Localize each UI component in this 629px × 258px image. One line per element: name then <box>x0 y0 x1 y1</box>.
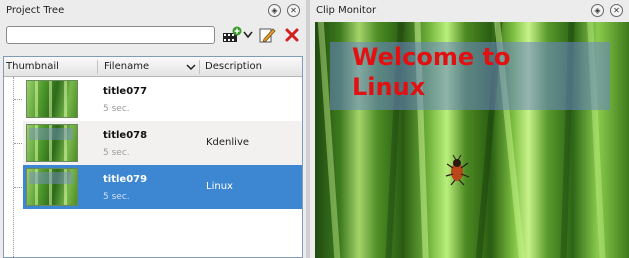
column-separator <box>199 60 200 74</box>
overlay-line-2: Linux <box>352 73 426 101</box>
clip-monitor-video[interactable]: Welcome to Linux <box>315 22 629 258</box>
clip-duration: 5 sec. <box>103 148 130 158</box>
clip-row-title077[interactable]: title077 5 sec. <box>23 77 302 121</box>
clip-row-title079[interactable]: title079 5 sec. Linux <box>23 165 302 209</box>
clip-row-title078[interactable]: title078 5 sec. Kdenlive <box>23 121 302 165</box>
tree-branch-line <box>14 99 22 100</box>
search-input[interactable] <box>6 26 215 44</box>
add-clip-icon <box>223 26 242 42</box>
clip-thumbnail <box>26 80 78 118</box>
tree-branch-line <box>13 77 14 257</box>
project-tree-title: Project Tree <box>6 5 65 16</box>
tree-header: Thumbnail Filename Description <box>4 57 302 77</box>
clip-description[interactable]: Kdenlive <box>206 137 249 148</box>
clip-monitor-title: Clip Monitor <box>316 5 377 16</box>
thumbnail-text-band <box>29 172 73 184</box>
column-header-thumbnail[interactable]: Thumbnail <box>6 57 59 77</box>
clip-duration: 5 sec. <box>103 192 130 202</box>
title-overlay-text: Welcome to Linux <box>352 42 510 102</box>
clip-thumbnail <box>26 168 78 206</box>
clip-monitor-titlebar: Clip Monitor ◈ ✕ <box>310 0 629 21</box>
clip-thumbnail <box>26 124 78 162</box>
dropdown-arrow-icon <box>243 31 253 39</box>
overlay-line-1: Welcome to <box>352 43 511 71</box>
clip-title: title077 <box>103 86 148 97</box>
column-header-description[interactable]: Description <box>205 57 262 77</box>
delete-clip-button[interactable] <box>282 25 302 45</box>
insect-image <box>445 154 470 186</box>
column-separator <box>97 60 98 74</box>
add-clip-button[interactable] <box>222 25 242 45</box>
thumbnail-text-band <box>29 128 73 140</box>
clip-title: title079 <box>103 174 148 185</box>
close-dock-icon[interactable]: ✕ <box>287 4 300 17</box>
clip-description[interactable]: Linux <box>206 181 233 192</box>
edit-clip-icon <box>259 28 276 43</box>
edit-clip-button[interactable] <box>257 25 277 45</box>
project-tree-titlebar: Project Tree ◈ ✕ <box>0 0 306 21</box>
float-dock-icon[interactable]: ◈ <box>591 4 604 17</box>
project-tree-view[interactable]: Thumbnail Filename Description title077 … <box>3 56 303 258</box>
float-dock-icon[interactable]: ◈ <box>268 4 281 17</box>
clip-duration: 5 sec. <box>103 104 130 114</box>
close-dock-icon[interactable]: ✕ <box>610 4 623 17</box>
add-clip-menu-button[interactable] <box>242 25 254 45</box>
clip-title: title078 <box>103 130 148 141</box>
column-header-filename[interactable]: Filename <box>104 57 149 77</box>
delete-clip-icon <box>285 28 299 42</box>
project-tree-panel: Project Tree ◈ ✕ Thumbnail Filename Desc… <box>0 0 306 258</box>
sort-indicator-icon <box>186 57 196 77</box>
tree-branch-line <box>14 143 22 144</box>
clip-monitor-panel: Clip Monitor ◈ ✕ Welcome to Linux <box>310 0 629 258</box>
tree-branch-line <box>14 187 22 188</box>
